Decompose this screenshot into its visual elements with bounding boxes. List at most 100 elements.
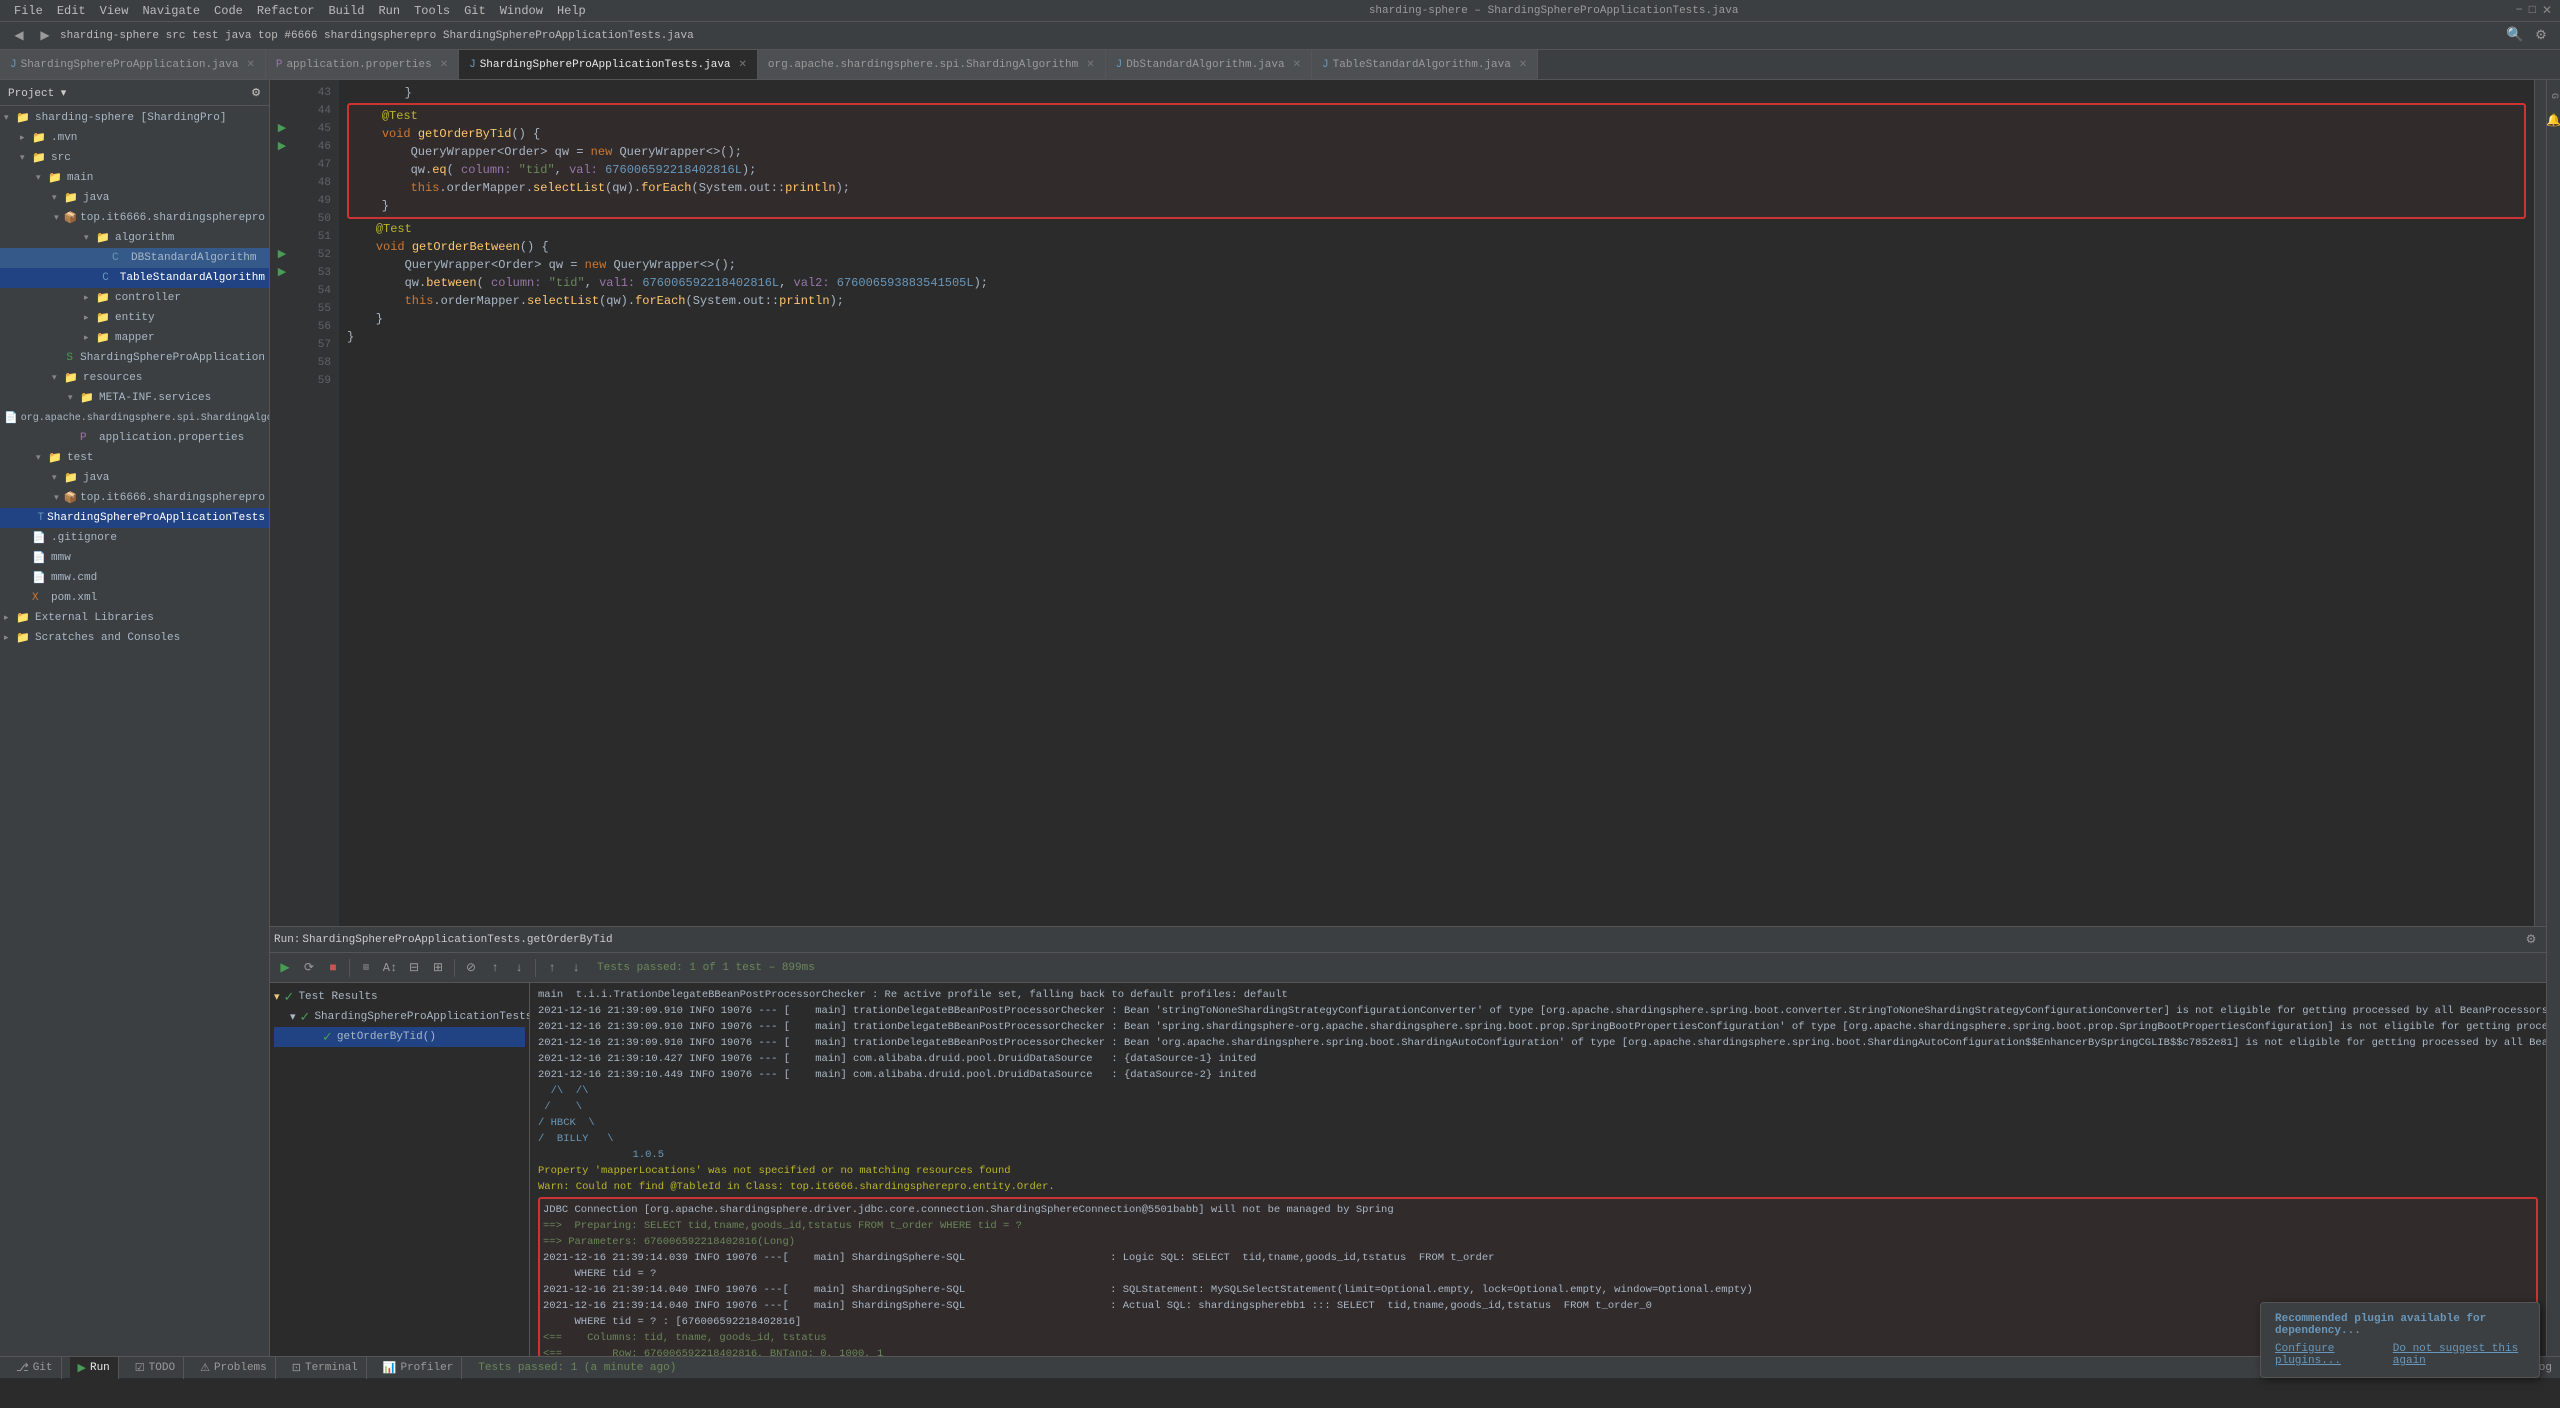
- test-results-root[interactable]: ▾ ✓ Test Results: [274, 987, 525, 1007]
- tab-tests-active[interactable]: J ShardingSphereProApplicationTests.java…: [459, 50, 758, 79]
- tree-mmw[interactable]: 📄 mmw: [0, 548, 269, 568]
- tab-tablestandard[interactable]: J TableStandardAlgorithm.java ✕: [1312, 50, 1538, 79]
- console-line: ==> Preparing: SELECT tid,tname,goods_id…: [543, 1218, 2533, 1234]
- collapse-button[interactable]: ⊟: [403, 957, 425, 979]
- tab-close-icon5[interactable]: ✕: [1293, 59, 1301, 71]
- test-method-icon: ✓: [322, 1030, 333, 1045]
- tree-scratches[interactable]: ▸ 📁 Scratches and Consoles: [0, 628, 269, 648]
- notifications-icon[interactable]: 🔔: [2544, 110, 2560, 130]
- tree-view-button[interactable]: ≡: [355, 957, 377, 979]
- configure-plugins-link[interactable]: Configure plugins...: [2275, 1343, 2381, 1367]
- tree-test-package[interactable]: ▾ 📦 top.it6666.shardingspherepro: [0, 488, 269, 508]
- sidebar-settings-icon[interactable]: ⚙: [251, 86, 261, 100]
- results-folder-icon: ▾: [274, 990, 280, 1004]
- tab-application-properties[interactable]: P application.properties ✕: [266, 50, 459, 79]
- tree-algorithm[interactable]: ▾ 📁 algorithm: [0, 228, 269, 248]
- tree-meta-inf[interactable]: ▾ 📁 META-INF.services: [0, 388, 269, 408]
- tree-entity[interactable]: ▸ 📁 entity: [0, 308, 269, 328]
- menu-run[interactable]: Run: [372, 2, 406, 20]
- menu-build[interactable]: Build: [322, 2, 370, 20]
- menu-view[interactable]: View: [94, 2, 135, 20]
- tree-mmwcmd[interactable]: 📄 mmw.cmd: [0, 568, 269, 588]
- run-toolbar: Run: ShardingSphereProApplicationTests.g…: [270, 927, 2546, 953]
- tree-spi-file[interactable]: 📄 org.apache.shardingsphere.spi.Sharding…: [0, 408, 269, 428]
- git-icon[interactable]: G: [2544, 86, 2560, 106]
- search-everywhere[interactable]: 🔍: [2504, 25, 2526, 47]
- nav-forward[interactable]: ▶: [34, 25, 56, 47]
- tree-app-props[interactable]: P application.properties: [0, 428, 269, 448]
- tree-pomxml[interactable]: X pom.xml: [0, 588, 269, 608]
- dismiss-link[interactable]: Do not suggest this again: [2393, 1343, 2525, 1367]
- tree-mapper[interactable]: ▸ 📁 mapper: [0, 328, 269, 348]
- menu-refactor[interactable]: Refactor: [251, 2, 321, 20]
- tab-profiler[interactable]: 📊 Profiler: [375, 1357, 463, 1379]
- tree-mvn[interactable]: ▸ 📁 .mvn: [0, 128, 269, 148]
- tab-close-icon2[interactable]: ✕: [440, 59, 448, 71]
- tab-close-icon3[interactable]: ✕: [739, 59, 747, 71]
- tab-close-icon4[interactable]: ✕: [1086, 59, 1094, 71]
- test-results-panel: ▾ ✓ Test Results ▾ ✓ ShardingSphereProAp…: [270, 983, 530, 1356]
- menu-navigate[interactable]: Navigate: [136, 2, 206, 20]
- menu-help[interactable]: Help: [551, 2, 592, 20]
- nav-back[interactable]: ◀: [8, 25, 30, 47]
- tab-git[interactable]: ⎇ Git: [8, 1357, 62, 1379]
- tree-main[interactable]: ▾ 📁 main: [0, 168, 269, 188]
- tree-dbstandard[interactable]: C DBStandardAlgorithm: [0, 248, 269, 268]
- prev-fail-button[interactable]: ↑: [541, 957, 563, 979]
- tab-shardingsphereproapplication[interactable]: J ShardingSphereProApplication.java ✕: [0, 50, 266, 79]
- run-config-label: ShardingSphereProApplicationTests.getOrd…: [302, 934, 612, 946]
- tab-shardingalgorithm[interactable]: org.apache.shardingsphere.spi.ShardingAl…: [758, 50, 1106, 79]
- settings-run-icon[interactable]: ⚙: [2520, 929, 2542, 951]
- tree-external-libs[interactable]: ▸ 📁 External Libraries: [0, 608, 269, 628]
- run-label: Run:: [274, 934, 300, 946]
- code-editor[interactable]: ▶ ▶ ▶ ▶ 43 44 45 46 47 48 49 50 51 52: [270, 80, 2546, 926]
- settings-icon[interactable]: ⚙: [2530, 25, 2552, 47]
- tree-src[interactable]: ▾ 📁 src: [0, 148, 269, 168]
- tree-tablestandard[interactable]: C TableStandardAlgorithm: [0, 268, 269, 288]
- menu-code[interactable]: Code: [208, 2, 249, 20]
- menu-file[interactable]: File: [8, 2, 49, 20]
- tree-tests-class[interactable]: T ShardingSphereProApplicationTests: [0, 508, 269, 528]
- right-strip: G 🔔: [2546, 80, 2560, 1356]
- code-lines[interactable]: } @Test void getOrderByTid() { QueryWrap…: [339, 80, 2534, 926]
- stop-button[interactable]: ■: [322, 957, 344, 979]
- next-fail-button[interactable]: ↓: [565, 957, 587, 979]
- menu-edit[interactable]: Edit: [51, 2, 92, 20]
- expand-button[interactable]: ⊞: [427, 957, 449, 979]
- tree-app-class[interactable]: S ShardingSphereProApplication: [0, 348, 269, 368]
- tab-label: org.apache.shardingsphere.spi.ShardingAl…: [768, 59, 1078, 71]
- tab-problems[interactable]: ⚠ Problems: [192, 1357, 276, 1379]
- tree-resources[interactable]: ▾ 📁 resources: [0, 368, 269, 388]
- export-button[interactable]: ↓: [508, 957, 530, 979]
- code-line-54: QueryWrapper<Order> qw = new QueryWrappe…: [347, 256, 2526, 274]
- tree-test[interactable]: ▾ 📁 test: [0, 448, 269, 468]
- rerun-button[interactable]: ▶: [274, 957, 296, 979]
- menu-git[interactable]: Git: [458, 2, 492, 20]
- menu-tools[interactable]: Tools: [408, 2, 456, 20]
- console-output[interactable]: main t.i.i.TrationDelegateBBeanPostProce…: [530, 983, 2546, 1356]
- tree-project-root[interactable]: ▾ 📁 sharding-sphere [ShardingPro]: [0, 108, 269, 128]
- tab-terminal[interactable]: ⊡ Terminal: [284, 1357, 367, 1379]
- tab-label-active: ShardingSphereProApplicationTests.java: [480, 59, 731, 71]
- window-controls[interactable]: −□✕: [2516, 3, 2552, 18]
- tree-package[interactable]: ▾ 📦 top.it6666.shardingspherepro: [0, 208, 269, 228]
- tab-todo[interactable]: ☑ TODO: [127, 1357, 184, 1379]
- tab-close-icon6[interactable]: ✕: [1519, 59, 1527, 71]
- tab-dbstandard[interactable]: J DbStandardAlgorithm.java ✕: [1106, 50, 1312, 79]
- filter-button[interactable]: ⊘: [460, 957, 482, 979]
- sort-alpha-button[interactable]: A↕: [379, 957, 401, 979]
- tab-run[interactable]: ▶ Run: [70, 1357, 119, 1379]
- tab-close-icon[interactable]: ✕: [246, 59, 254, 71]
- test-method-item[interactable]: ✓ getOrderByTid(): [274, 1027, 525, 1047]
- run-again-button[interactable]: ⟳: [298, 957, 320, 979]
- tree-controller[interactable]: ▸ 📁 controller: [0, 288, 269, 308]
- project-sidebar: Project ▾ ⚙ ▾ 📁 sharding-sphere [Shardin…: [0, 80, 270, 1356]
- test-class-item[interactable]: ▾ ✓ ShardingSphereProApplicationTests 89…: [274, 1007, 525, 1027]
- import-button[interactable]: ↑: [484, 957, 506, 979]
- menu-window[interactable]: Window: [494, 2, 549, 20]
- tree-test-java[interactable]: ▾ 📁 java: [0, 468, 269, 488]
- tree-java[interactable]: ▾ 📁 java: [0, 188, 269, 208]
- editor-scrollbar[interactable]: [2534, 80, 2546, 926]
- console-line: main t.i.i.TrationDelegateBBeanPostProce…: [538, 987, 2538, 1003]
- tree-gitignore[interactable]: 📄 .gitignore: [0, 528, 269, 548]
